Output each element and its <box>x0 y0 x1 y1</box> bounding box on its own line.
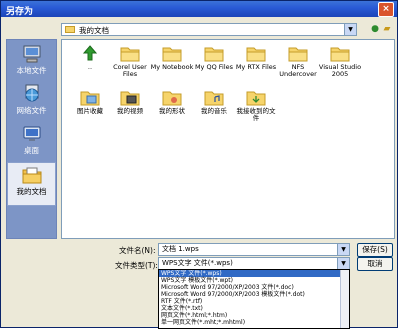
list-item[interactable]: 我的形状 <box>150 88 194 115</box>
item-label: Corel User Files <box>113 63 147 78</box>
place-label: 桌面 <box>24 146 39 155</box>
cancel-button[interactable]: 取消 <box>357 257 393 271</box>
item-label: .. <box>87 63 93 71</box>
dropdown-scrollbar[interactable] <box>340 270 349 328</box>
dropdown-option[interactable]: RTF 文件(*.rtf) <box>159 298 349 305</box>
list-item[interactable]: 我的视频 <box>108 88 152 115</box>
shapes-folder-icon <box>162 91 182 106</box>
up-folder-icon <box>82 45 98 61</box>
folder-icon <box>246 47 266 62</box>
item-label: 我接收到的文件 <box>236 107 276 122</box>
back-icon[interactable]: ● <box>369 23 381 35</box>
dropdown-option[interactable]: Microsoft Word 97/2000/XP/2003 文件(*.doc) <box>159 284 349 291</box>
list-item[interactable]: 图片收藏 <box>68 88 112 115</box>
folder-icon <box>65 26 75 33</box>
place-label: 我的文档 <box>16 187 47 196</box>
place-network-files[interactable]: 网络文件 <box>7 82 56 120</box>
folder-icon <box>204 47 224 62</box>
item-label: 我的形状 <box>159 107 185 115</box>
filetype-label: 文件类型(T): <box>115 261 158 270</box>
dropdown-option[interactable]: Microsoft Word 97/2000/XP/2003 模板文件(*.do… <box>159 291 349 298</box>
list-item[interactable]: My RTX Files <box>234 44 278 71</box>
folder-icon <box>120 47 140 62</box>
dropdown-option[interactable]: WPS文字 模板文件(*.wpt) <box>159 277 349 284</box>
folder-icon <box>288 47 308 62</box>
received-folder-icon <box>246 91 266 106</box>
toolbar: 我的文档 ▼ ● ▰ <box>61 23 395 37</box>
filename-input[interactable]: 文档 1.wps ▼ <box>158 243 350 256</box>
list-item[interactable]: .. <box>68 44 112 71</box>
place-desktop[interactable]: 桌面 <box>7 122 56 160</box>
dropdown-option[interactable]: 单一网页文件(*.mht;*.mhtml) <box>159 319 349 326</box>
item-label: NFS Undercover <box>279 63 317 78</box>
place-label: 本地文件 <box>16 66 47 75</box>
network-icon <box>25 84 38 102</box>
places-bar: 本地文件 网络文件 桌面 我的文档 <box>6 39 57 239</box>
list-item[interactable]: NFS Undercover <box>276 44 320 78</box>
filename-label: 文件名(N): <box>119 246 156 255</box>
file-list: .. Corel User Files My Notebook My QQ Fi… <box>61 39 395 239</box>
videos-folder-icon <box>120 91 140 106</box>
place-local-files[interactable]: 本地文件 <box>7 42 56 80</box>
filetype-value: WPS文字 文件(*.wps) <box>162 259 233 267</box>
chevron-down-icon[interactable]: ▼ <box>344 24 356 35</box>
title-bar: 另存为 × <box>1 1 397 17</box>
dropdown-option[interactable]: WPS文字 文件(*.wps) <box>159 270 349 277</box>
item-label: 我的音乐 <box>201 107 227 115</box>
item-label: My Notebook <box>150 63 194 71</box>
documents-icon <box>22 167 41 184</box>
computer-icon <box>23 45 40 63</box>
item-label: Visual Studio 2005 <box>318 63 362 78</box>
list-item[interactable]: 我接收到的文件 <box>234 88 278 122</box>
filetype-dropdown-list: WPS文字 文件(*.wps) WPS文字 模板文件(*.wpt) Micros… <box>158 269 350 329</box>
item-label: My QQ Files <box>194 63 234 71</box>
place-label: 网络文件 <box>16 106 47 115</box>
music-folder-icon <box>204 91 224 106</box>
location-text: 我的文档 <box>79 26 109 35</box>
window-title: 另存为 <box>6 7 34 17</box>
location-dropdown[interactable]: 我的文档 ▼ <box>61 23 357 36</box>
save-button[interactable]: 保存(S) <box>357 243 393 257</box>
dropdown-option[interactable]: 网页文件(*.html;*.htm) <box>159 312 349 319</box>
item-label: 我的视频 <box>117 107 143 115</box>
place-my-documents[interactable]: 我的文档 <box>7 162 56 206</box>
folder-icon <box>162 47 182 62</box>
close-icon[interactable]: × <box>378 2 394 17</box>
item-label: 图片收藏 <box>77 107 103 115</box>
desktop-icon <box>23 126 40 141</box>
chevron-down-icon[interactable]: ▼ <box>337 244 349 255</box>
list-item[interactable]: 我的音乐 <box>192 88 236 115</box>
item-label: My RTX Files <box>235 63 277 71</box>
list-item[interactable]: Visual Studio 2005 <box>318 44 362 78</box>
list-item[interactable]: Corel User Files <box>108 44 152 78</box>
list-item[interactable]: My Notebook <box>150 44 194 71</box>
folder-icon <box>330 47 350 62</box>
filename-value: 文档 1.wps <box>162 245 199 253</box>
new-folder-icon[interactable]: ▰ <box>381 23 393 35</box>
save-as-dialog: 另存为 × 我的文档 ▼ ● ▰ 本地文件 网络文件 桌面 我的文档 .. Co… <box>0 0 398 329</box>
pictures-folder-icon <box>80 91 100 106</box>
list-item[interactable]: My QQ Files <box>192 44 236 71</box>
dropdown-option[interactable]: 文本文件(*.txt) <box>159 305 349 312</box>
chevron-down-icon[interactable]: ▼ <box>337 258 349 269</box>
